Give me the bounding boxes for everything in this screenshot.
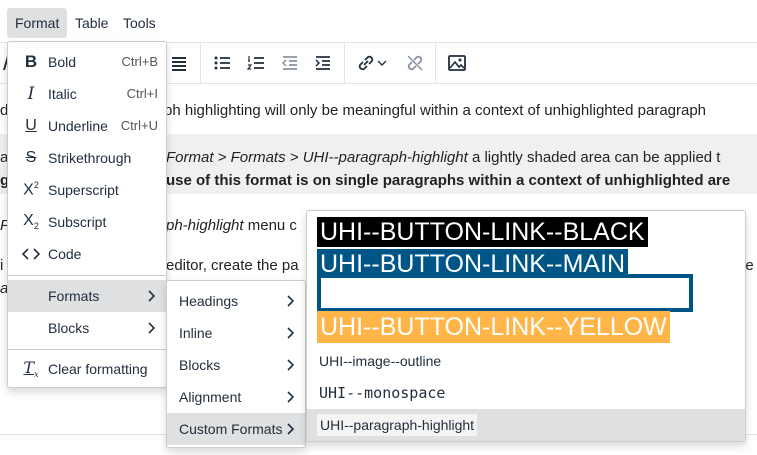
menu-item-button-link-reverse[interactable]: UHI--BUTTON-LINK--REVERSE <box>307 273 745 315</box>
menu-item-label: Inline <box>179 325 213 341</box>
menu-item-label: Underline <box>48 118 108 134</box>
menu-item-label: Italic <box>48 86 77 102</box>
clear-formatting-icon: Tx <box>23 358 39 380</box>
menu-item-custom-formats[interactable]: Custom Formats <box>167 413 305 445</box>
code-icon <box>19 242 43 266</box>
chevron-right-icon <box>287 423 295 435</box>
menu-item-underline[interactable]: U Underline Ctrl+U <box>8 110 166 142</box>
unlink-icon[interactable] <box>401 49 429 77</box>
editor-text: menu c <box>243 217 297 234</box>
menu-item-italic[interactable]: I Italic Ctrl+I <box>8 78 166 110</box>
menu-item-label: UHI--BUTTON-LINK--BLACK <box>317 217 648 247</box>
editor-line: Format > Formats > UHI--paragraph-highli… <box>166 149 720 166</box>
menu-item-clear-formatting[interactable]: Tx Clear formatting <box>8 353 166 385</box>
editor-line-fragment: i <box>0 257 4 274</box>
menu-item-shortcut: Ctrl+B <box>121 54 158 69</box>
menu-item-button-link-yellow[interactable]: UHI--BUTTON-LINK--YELLOW <box>307 311 745 345</box>
menu-table[interactable]: Table <box>67 8 116 38</box>
menu-item-label: Blocks <box>179 357 221 373</box>
editor-line: ph-highlight menu c <box>166 217 297 234</box>
menu-item-shortcut: Ctrl+I <box>126 86 158 101</box>
bullet-list-icon[interactable] <box>208 49 236 77</box>
menu-item-shortcut: Ctrl+U <box>120 118 158 133</box>
menu-item-label: Blocks <box>48 320 90 336</box>
menu-item-label: UHI--paragraph-highlight <box>317 414 478 436</box>
menu-item-label: Custom Formats <box>179 421 283 437</box>
chevron-right-icon <box>287 359 295 371</box>
menu-item-label: Strikethrough <box>48 150 132 166</box>
menu-item-label: Alignment <box>179 389 242 405</box>
format-menu: B Bold Ctrl+B I Italic Ctrl+I U Underlin… <box>7 41 167 388</box>
superscript-icon: X2 <box>23 180 39 199</box>
menu-item-image-outline[interactable]: UHI--image--outline <box>307 345 745 377</box>
menu-item-blocks[interactable]: Blocks <box>8 312 166 344</box>
menu-item-bold[interactable]: B Bold Ctrl+B <box>8 46 166 78</box>
menubar: Format Table Tools <box>0 0 757 43</box>
menu-item-code[interactable]: Code <box>8 238 166 270</box>
formats-submenu: Headings Inline Blocks Alignment Custom … <box>166 280 306 448</box>
editor-line: ph highlighting will only be meaningful … <box>164 102 707 119</box>
menu-item-label: Clear formatting <box>48 361 148 377</box>
menu-item-formats[interactable]: Formats <box>8 280 166 312</box>
chevron-right-icon <box>148 322 156 334</box>
outdent-icon[interactable] <box>276 49 304 77</box>
toolbar-separator <box>435 43 436 83</box>
menu-item-paragraph-highlight[interactable]: UHI--paragraph-highlight <box>307 409 745 441</box>
menu-item-strikethrough[interactable]: S Strikethrough <box>8 142 166 174</box>
menu-item-button-link-main[interactable]: UHI--BUTTON-LINK--MAIN <box>307 249 745 275</box>
editor-italic-text: ph-highlight <box>166 217 244 234</box>
menu-item-label: Code <box>48 246 82 262</box>
menu-separator <box>8 349 166 350</box>
editor-line-bold: use of this format is on single paragrap… <box>166 172 731 189</box>
custom-formats-submenu: UHI--BUTTON-LINK--BLACK UHI--BUTTON-LINK… <box>306 210 746 442</box>
menu-item-label: UHI--BUTTON-LINK--REVERSE <box>317 274 694 312</box>
chevron-right-icon <box>287 327 295 339</box>
indent-icon[interactable] <box>309 49 337 77</box>
menu-item-headings[interactable]: Headings <box>167 285 305 317</box>
menu-item-label: UHI--image--outline <box>319 353 442 369</box>
menu-tools[interactable]: Tools <box>115 8 164 38</box>
toolbar-separator <box>344 43 345 83</box>
menu-format[interactable]: Format <box>7 8 68 38</box>
align-justify-icon[interactable] <box>165 49 193 77</box>
italic-icon: I <box>27 84 35 104</box>
menu-item-label: Subscript <box>48 214 107 230</box>
numbered-list-icon[interactable] <box>242 49 270 77</box>
menu-item-blocks[interactable]: Blocks <box>167 349 305 381</box>
menu-item-label: Headings <box>179 293 239 309</box>
menu-item-monospace[interactable]: UHI--monospace <box>307 377 745 409</box>
menu-item-label: Formats <box>48 288 100 304</box>
image-icon[interactable] <box>443 49 471 77</box>
menu-item-label: UHI--BUTTON-LINK--MAIN <box>317 249 629 275</box>
chevron-right-icon <box>287 295 295 307</box>
chevron-right-icon <box>287 391 295 403</box>
editor-line: editor, create the pa <box>166 257 299 274</box>
strikethrough-icon: S <box>25 149 37 166</box>
underline-icon: U <box>25 117 37 134</box>
menu-item-label: Superscript <box>48 182 119 198</box>
menu-item-label: UHI--monospace <box>319 384 446 402</box>
bold-icon: B <box>24 52 38 71</box>
menu-separator <box>8 275 166 276</box>
menu-item-label: Bold <box>48 54 77 70</box>
menu-item-alignment[interactable]: Alignment <box>167 381 305 413</box>
menu-item-button-link-black[interactable]: UHI--BUTTON-LINK--BLACK <box>307 215 745 249</box>
toolbar-separator <box>200 43 201 83</box>
editor-text: a lightly shaded area can be applied t <box>467 149 721 166</box>
menu-item-superscript[interactable]: X2 Superscript <box>8 174 166 206</box>
menu-item-inline[interactable]: Inline <box>167 317 305 349</box>
chevron-down-icon[interactable] <box>374 49 390 77</box>
subscript-icon: X2 <box>23 212 39 232</box>
menu-item-label: UHI--BUTTON-LINK--YELLOW <box>317 311 670 343</box>
chevron-right-icon <box>148 290 156 302</box>
menu-item-subscript[interactable]: X2 Subscript <box>8 206 166 238</box>
formats-path: Format > Formats > UHI--paragraph-highli… <box>166 149 468 166</box>
